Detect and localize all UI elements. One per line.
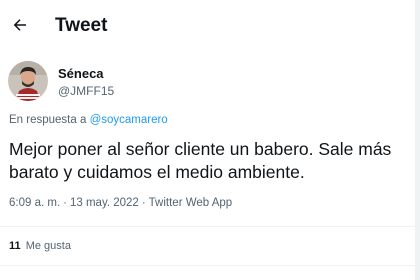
likes-count: 11 [9,240,21,252]
arrow-left-icon [13,19,26,31]
tweet-text: Mejor poner al señor cliente un babero. … [9,139,392,182]
avatar[interactable] [8,61,48,101]
likes-stat[interactable]: 11 Me gusta [9,240,71,252]
author-name[interactable]: Séneca [58,66,104,81]
reply-mention-link[interactable]: @soycamarero [90,114,168,126]
divider [0,265,415,266]
tweet-page: Tweet Séneca @JMFF15 En respuesta a @soy… [0,0,420,280]
tweet-source[interactable]: Twitter Web App [149,197,233,209]
tweet-meta: 6:09 a. m. · 13 may. 2022 · Twitter Web App [9,197,232,209]
meta-separator: · [141,197,146,209]
avatar-image [8,61,48,101]
divider [0,226,415,227]
tweet-time[interactable]: 6:09 a. m. [9,197,60,209]
likes-label: Me gusta [25,240,71,252]
meta-separator: · [63,197,67,209]
reply-context: En respuesta a @soycamarero [9,114,168,126]
column-border [415,0,420,280]
author-handle[interactable]: @JMFF15 [58,84,114,98]
top-bar: Tweet [0,0,415,53]
tweet-date[interactable]: 13 may. 2022 [70,197,139,209]
page-title: Tweet [55,15,108,36]
back-button[interactable] [8,13,32,37]
reply-prefix: En respuesta a [9,114,90,126]
